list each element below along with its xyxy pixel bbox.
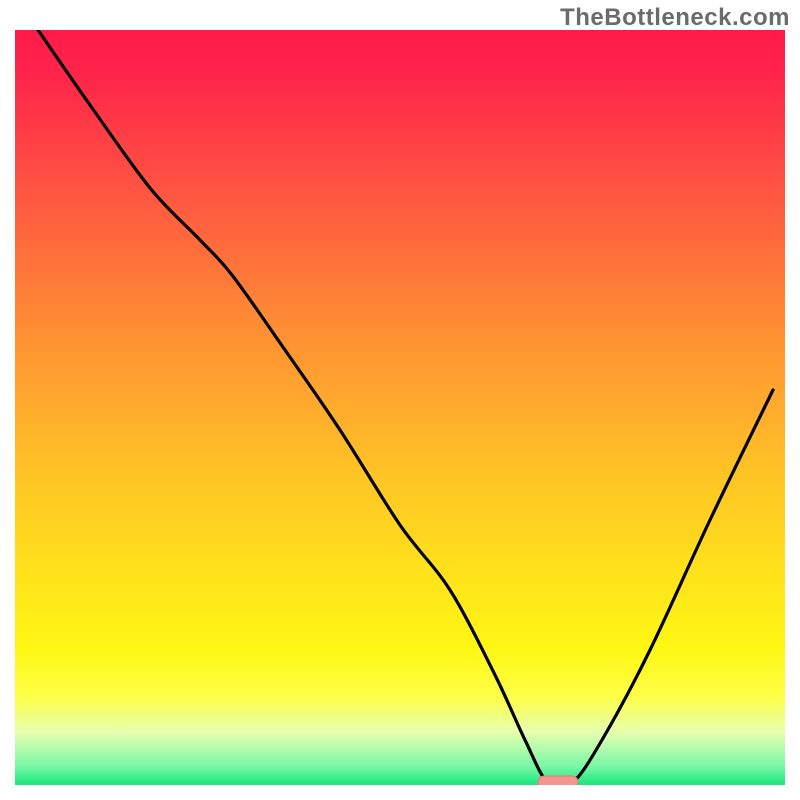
optimal-marker	[538, 776, 578, 788]
plot-background	[15, 30, 785, 785]
bottleneck-chart	[0, 0, 800, 800]
chart-stage: TheBottleneck.com	[0, 0, 800, 800]
watermark-text: TheBottleneck.com	[560, 4, 790, 32]
